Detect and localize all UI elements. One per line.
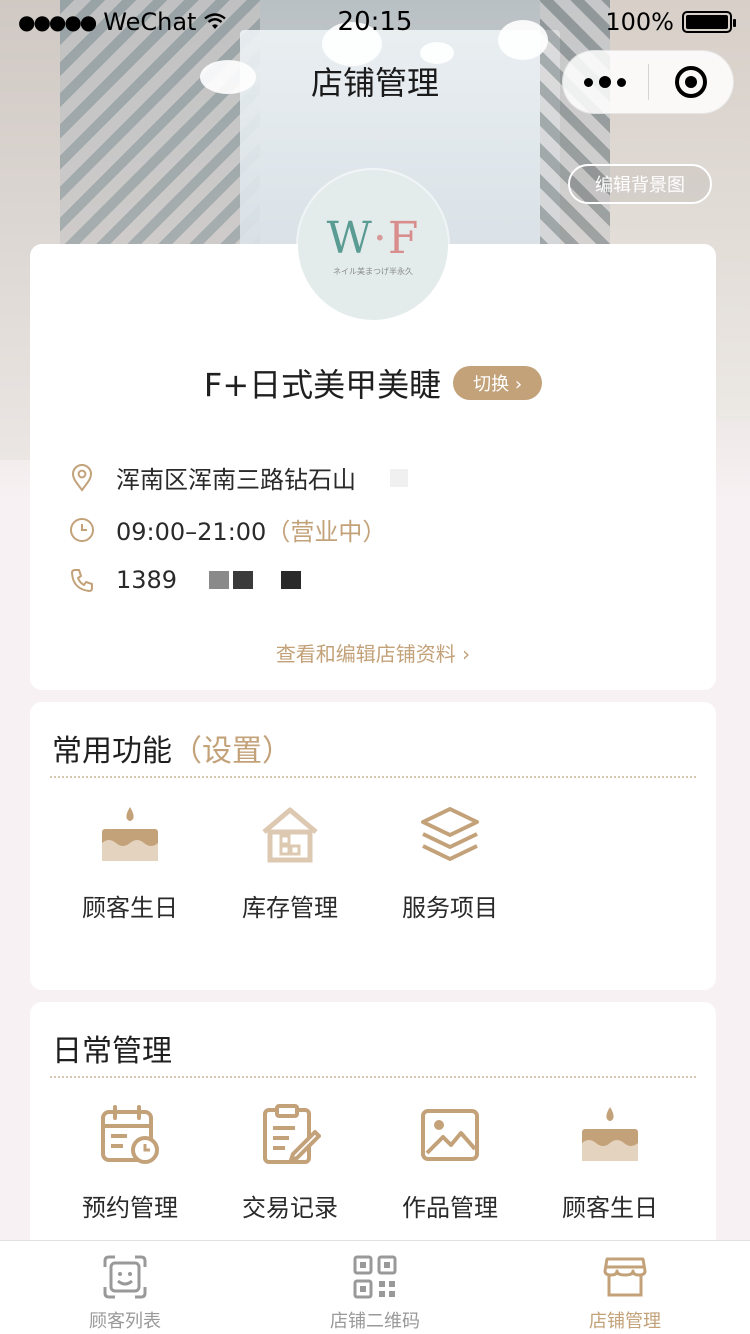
store-logo[interactable]: W·F ネイル美まつげ半永久 [298, 170, 448, 320]
more-menu-icon[interactable] [563, 50, 648, 114]
tab-store-qrcode[interactable]: 店铺二维码 [250, 1241, 500, 1334]
battery-percent: 100% [605, 8, 674, 36]
clipboard-edit-icon [257, 1102, 323, 1168]
tab-label: 店铺管理 [589, 1311, 661, 1332]
daily-item-transactions[interactable]: 交易记录 [210, 1102, 370, 1223]
daily-item-appointments[interactable]: 预约管理 [50, 1102, 210, 1223]
tab-store-management[interactable]: 店铺管理 [500, 1241, 750, 1334]
layers-icon [417, 802, 483, 868]
common-item-inventory[interactable]: 库存管理 [210, 802, 370, 923]
item-label: 顾客生日 [82, 894, 178, 922]
warehouse-icon [257, 802, 323, 868]
tab-label: 顾客列表 [89, 1311, 161, 1332]
status-bar: ●●●●● WeChat 20:15 100% [0, 0, 750, 44]
edit-background-button[interactable]: 编辑背景图 [568, 164, 712, 204]
store-icon [603, 1257, 647, 1297]
cake-icon [97, 802, 163, 868]
miniprogram-capsule [562, 50, 734, 114]
phone-icon [68, 566, 96, 594]
signal-icon: ●●●●● [18, 10, 97, 34]
common-functions-card: 常用功能（设置） 顾客生日 库存管理 服务项目 [30, 702, 716, 990]
edit-store-info-link[interactable]: 查看和编辑店铺资料 › [30, 638, 716, 667]
item-label: 顾客生日 [562, 1194, 658, 1222]
logo-mark: W·F [326, 213, 420, 264]
redacted-phone [209, 571, 302, 589]
qrcode-icon [353, 1255, 397, 1299]
image-icon [417, 1102, 483, 1168]
carrier-label: WeChat [103, 8, 197, 36]
store-phone: 1389 [116, 566, 178, 594]
logo-subtext: ネイル美まつげ半永久 [333, 267, 413, 276]
item-label: 交易记录 [242, 1194, 338, 1222]
business-hours: 09:00–21:00 [116, 518, 267, 546]
item-label: 预约管理 [82, 1194, 178, 1222]
item-label: 服务项目 [402, 894, 498, 922]
common-item-customer-birthday[interactable]: 顾客生日 [50, 802, 210, 923]
common-settings-link[interactable]: （设置） [172, 734, 292, 769]
tab-customer-list[interactable]: 顾客列表 [0, 1241, 250, 1334]
divider [50, 776, 696, 778]
clock-icon [68, 516, 96, 544]
switch-store-button[interactable]: 切换 › [453, 366, 543, 400]
item-label: 作品管理 [402, 1194, 498, 1222]
daily-item-works[interactable]: 作品管理 [370, 1102, 530, 1223]
store-name: F+日式美甲美睫 [203, 366, 442, 404]
battery-icon [682, 11, 736, 33]
common-functions-title: 常用功能 [52, 734, 172, 769]
cake-icon [577, 1102, 643, 1168]
daily-item-customer-birthday[interactable]: 顾客生日 [530, 1102, 690, 1223]
item-label: 库存管理 [242, 894, 338, 922]
hours-row: 09:00–21:00（营业中） [68, 512, 386, 547]
divider [50, 1076, 696, 1078]
face-scan-icon [103, 1255, 147, 1299]
open-status: （营业中） [266, 518, 387, 546]
daily-management-title: 日常管理 [52, 1034, 172, 1069]
tab-label: 店铺二维码 [330, 1311, 420, 1332]
store-address: 浑南区浑南三路钻石山 [116, 466, 356, 494]
wifi-icon [204, 13, 227, 29]
close-miniprogram-icon[interactable] [649, 50, 734, 114]
calendar-clock-icon [97, 1102, 163, 1168]
address-row: 浑南区浑南三路钻石山 [68, 460, 408, 495]
common-item-services[interactable]: 服务项目 [370, 802, 530, 923]
phone-row[interactable]: 1389 [68, 566, 302, 594]
location-pin-icon [68, 463, 96, 492]
tab-bar: 顾客列表 店铺二维码 店铺管理 [0, 1240, 750, 1334]
